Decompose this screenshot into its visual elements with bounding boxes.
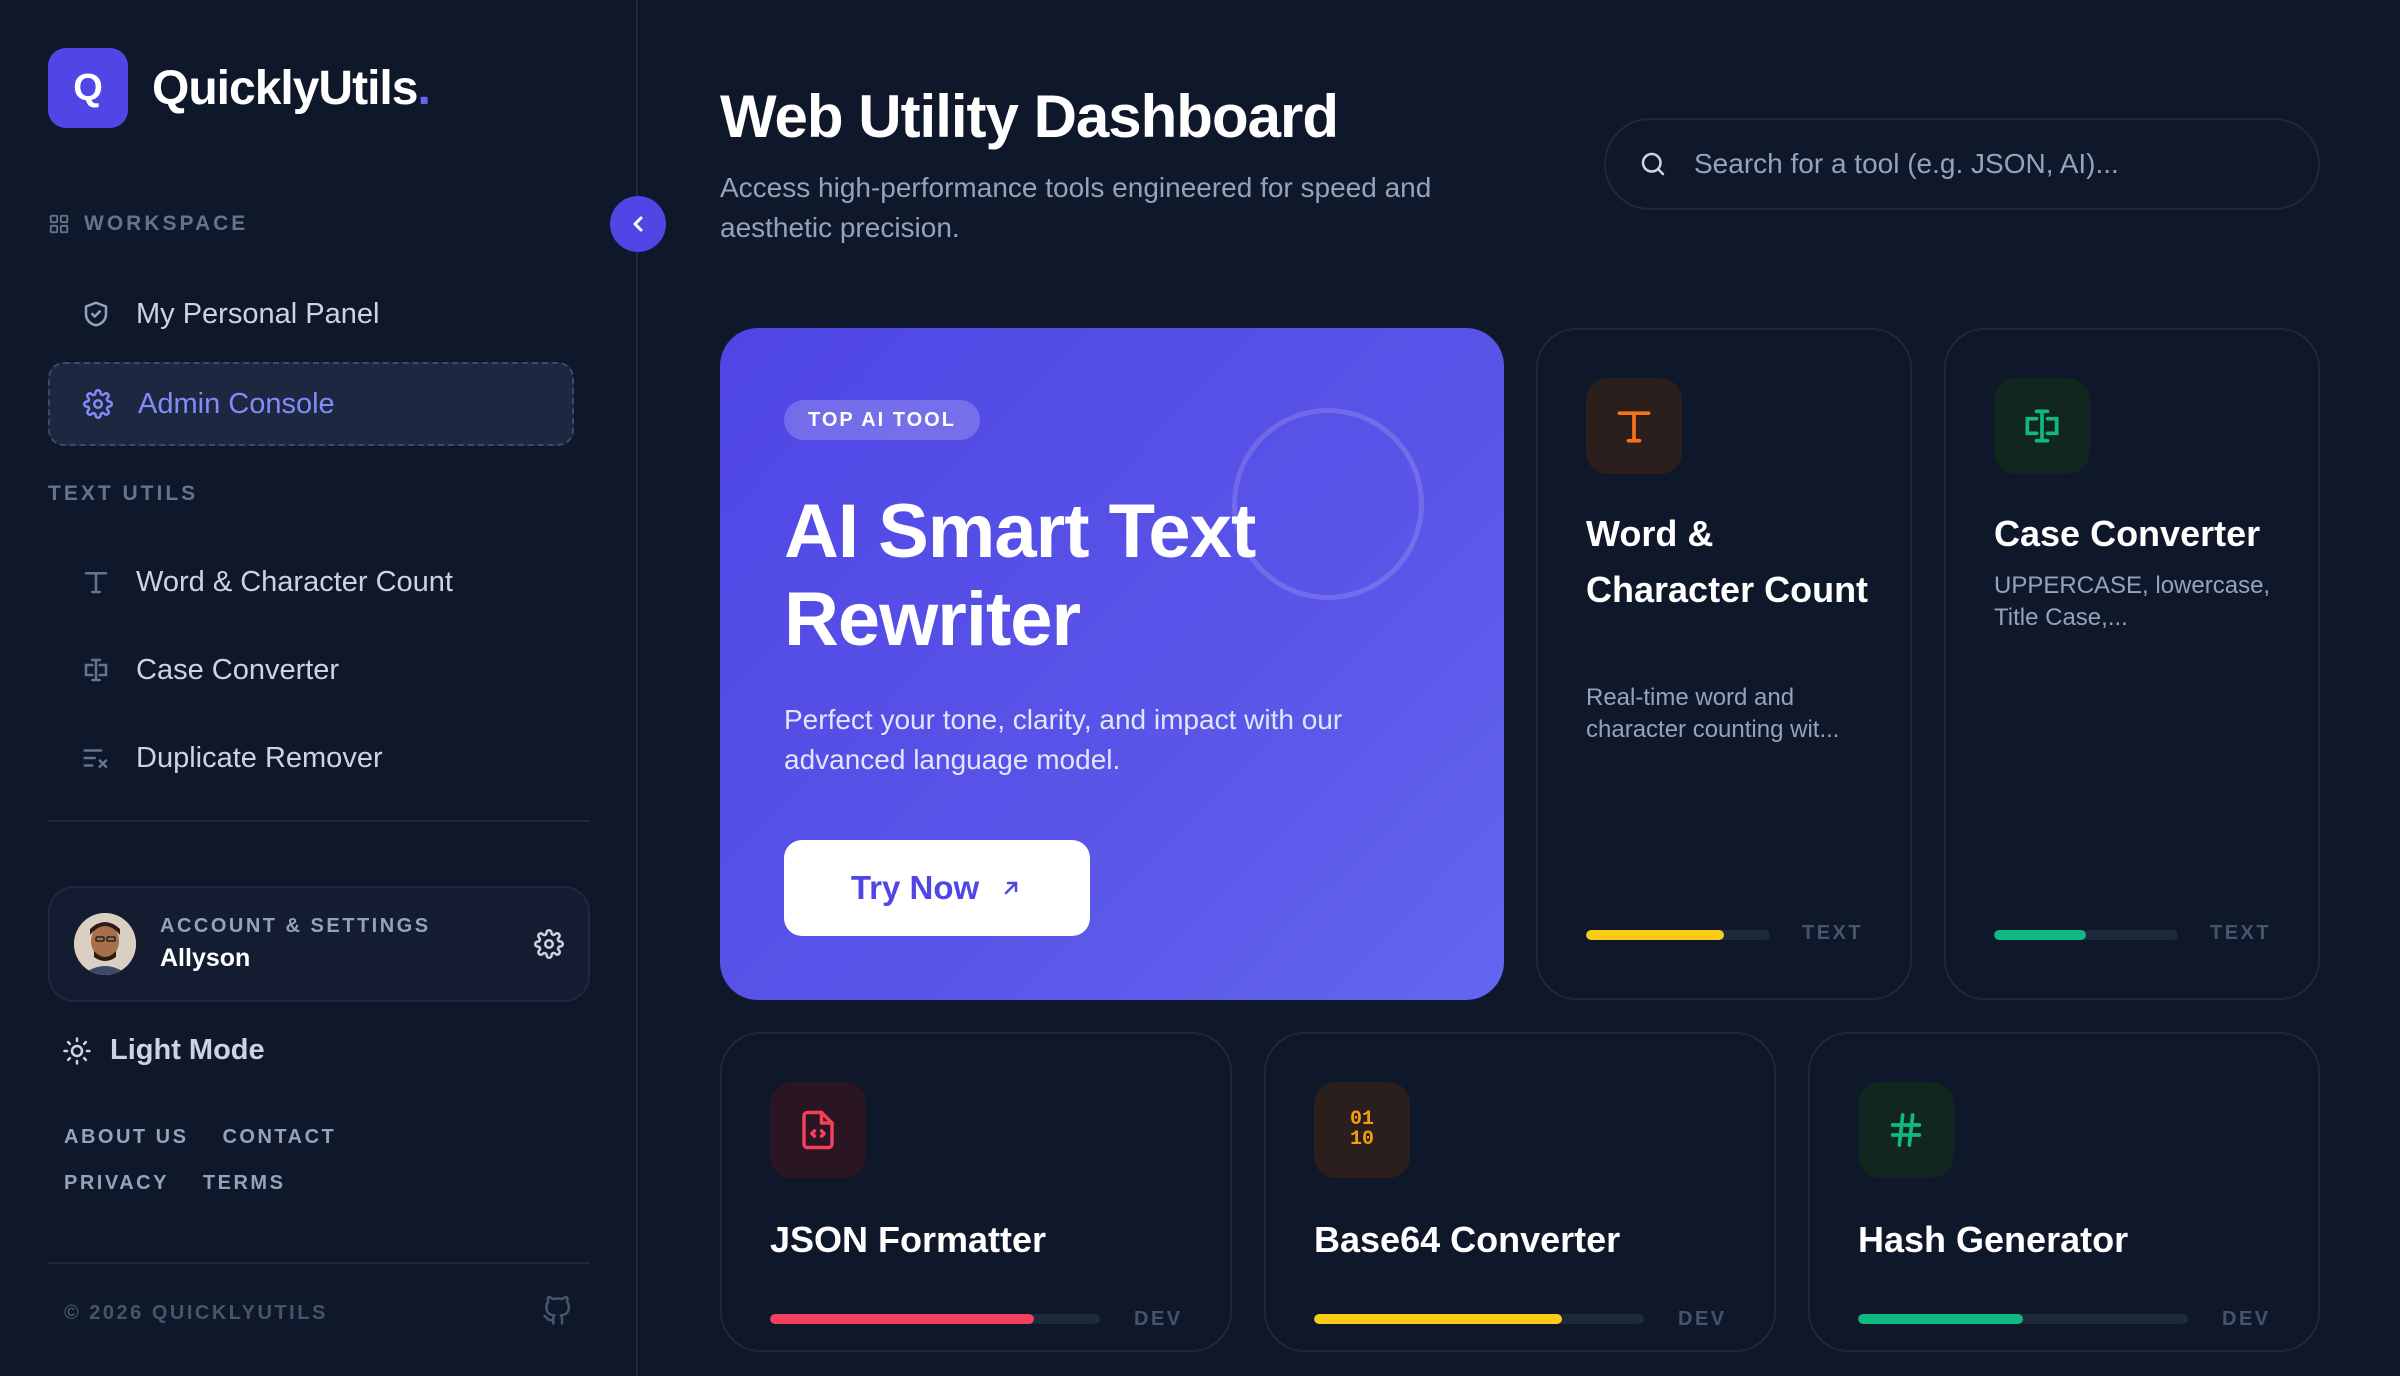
sidebar-item-label: Word & Character Count (136, 565, 453, 598)
sidebar-divider (48, 820, 590, 822)
sidebar-item-duplicate-remover[interactable]: Duplicate Remover (48, 716, 574, 800)
list-filter-icon (80, 742, 112, 774)
search-input[interactable] (1694, 148, 2294, 180)
chevron-left-icon (633, 216, 643, 232)
card-title: Hash Generator (1858, 1219, 2129, 1260)
try-now-button[interactable]: Try Now (784, 840, 1090, 936)
terms-link[interactable]: TERMS (203, 1172, 286, 1195)
file-code-icon (770, 1082, 866, 1178)
text-utils-section-label: TEXT UTILS (48, 482, 199, 505)
gear-icon (82, 388, 114, 420)
sidebar: Q QuicklyUtils. WORKSPACE My Personal Pa… (0, 0, 638, 1376)
type-icon (1586, 378, 1682, 474)
progress-bar (1858, 1314, 2188, 1324)
tool-card-word-character-count[interactable]: Word & Character Count Real-time word an… (1536, 328, 1912, 1000)
page-title: Web Utility Dashboard (720, 83, 1339, 150)
text-cursor-icon (80, 654, 112, 686)
hero-title: AI Smart Text Rewriter (784, 489, 1256, 662)
app-name: QuicklyUtils. (152, 61, 431, 115)
sidebar-item-label: Admin Console (138, 387, 335, 420)
card-title: JSON Formatter (770, 1219, 1047, 1260)
sidebar-item-label: Case Converter (136, 653, 340, 686)
category-tag: TEXT (1802, 922, 1864, 944)
grid-icon (49, 214, 69, 234)
tool-card-hash-generator[interactable]: Hash Generator DEV (1808, 1032, 2320, 1352)
arrow-up-right-icon (1004, 881, 1018, 895)
settings-gear-icon[interactable] (534, 929, 564, 959)
type-icon (80, 566, 112, 598)
workspace-section-label: WORKSPACE (48, 212, 248, 236)
footer-divider (48, 1262, 590, 1264)
footer-links-row-2: PRIVACY TERMS (64, 1172, 285, 1195)
progress-fill (1586, 930, 1724, 940)
footer-links-row-1: ABOUT US CONTACT (64, 1126, 336, 1149)
binary-line-2: 10 (1349, 1128, 1374, 1151)
progress-fill (1314, 1314, 1562, 1324)
hash-icon (1858, 1082, 1954, 1178)
avatar (74, 913, 136, 975)
search-bar[interactable] (1604, 118, 2320, 210)
category-tag: DEV (1678, 1308, 1727, 1330)
search-icon (1641, 152, 1665, 176)
page-subtitle: Access high-performance tools engineered… (720, 172, 1432, 243)
about-us-link[interactable]: ABOUT US (64, 1126, 188, 1149)
sidebar-item-admin-console[interactable]: Admin Console (48, 362, 574, 446)
progress-fill (1994, 930, 2086, 940)
progress-bar (1994, 930, 2178, 940)
account-text: ACCOUNT & SETTINGS Allyson (160, 915, 534, 973)
card-title: Case Converter (1994, 513, 2261, 554)
sidebar-item-my-personal-panel[interactable]: My Personal Panel (48, 272, 574, 356)
account-name: Allyson (160, 944, 251, 972)
copyright: © 2026 QUICKLYUTILS (64, 1302, 328, 1324)
binary-icon: 01 10 (1314, 1082, 1410, 1178)
binary-line-1: 01 (1349, 1108, 1374, 1131)
shield-check-icon (80, 298, 112, 330)
progress-bar (1314, 1314, 1644, 1324)
card-description: UPPERCASE, lowercase, Title Case,... (1994, 572, 2271, 631)
account-label: ACCOUNT & SETTINGS (160, 915, 431, 937)
hero-description: Perfect your tone, clarity, and impact w… (784, 704, 1343, 775)
progress-fill (770, 1314, 1034, 1324)
tool-card-base64-converter[interactable]: 01 10 Base64 Converter DEV (1264, 1032, 1776, 1352)
sidebar-item-label: Duplicate Remover (136, 741, 383, 774)
account-settings[interactable]: ACCOUNT & SETTINGS Allyson (48, 886, 590, 1002)
text-cursor-icon (1994, 378, 2090, 474)
light-mode-toggle[interactable]: Light Mode (62, 1034, 265, 1067)
category-tag: TEXT (2210, 922, 2272, 944)
category-tag: DEV (1134, 1308, 1183, 1330)
sun-icon (63, 1036, 91, 1065)
sidebar-item-case-converter[interactable]: Case Converter (48, 628, 574, 712)
light-mode-label: Light Mode (110, 1034, 265, 1066)
logo[interactable]: Q QuicklyUtils. (48, 48, 431, 128)
tool-card-case-converter[interactable]: Case Converter UPPERCASE, lowercase, Tit… (1944, 328, 2320, 1000)
card-description: Real-time word and character counting wi… (1586, 684, 1840, 743)
sidebar-item-word-character-count[interactable]: Word & Character Count (48, 540, 574, 624)
github-icon[interactable] (542, 1296, 572, 1326)
progress-bar (770, 1314, 1100, 1324)
collapse-sidebar-button[interactable] (610, 196, 666, 252)
tool-card-json-formatter[interactable]: JSON Formatter DEV (720, 1032, 1232, 1352)
progress-bar (1586, 930, 1770, 940)
card-title: Word & Character Count (1586, 513, 1869, 610)
card-title: Base64 Converter (1314, 1219, 1621, 1260)
category-tag: DEV (2222, 1308, 2271, 1330)
hero-card-ai-rewriter[interactable]: TOP AI TOOL AI Smart Text Rewriter Perfe… (720, 328, 1504, 1000)
privacy-link[interactable]: PRIVACY (64, 1172, 169, 1195)
logo-mark: Q (48, 48, 128, 128)
hero-badge: TOP AI TOOL (784, 400, 980, 440)
try-now-label: Try Now (850, 869, 980, 906)
progress-fill (1858, 1314, 2023, 1324)
contact-link[interactable]: CONTACT (222, 1126, 336, 1149)
sidebar-item-label: My Personal Panel (136, 297, 380, 330)
